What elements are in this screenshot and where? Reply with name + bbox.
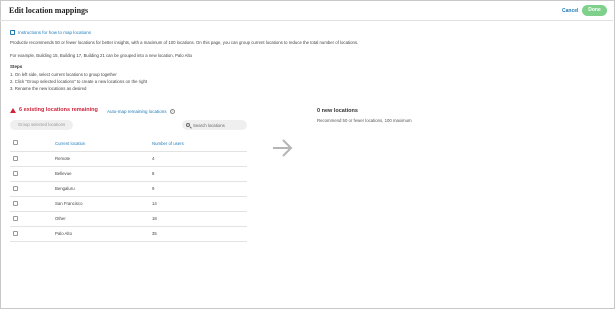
search-box[interactable] — [182, 120, 247, 130]
users-cell: 8 — [152, 166, 247, 182]
new-locations-heading: 0 new locations — [317, 108, 358, 114]
row-checkbox[interactable] — [13, 185, 18, 191]
table-row: Bellevue 8 — [10, 166, 247, 182]
remaining-count: 6 existing locations remaining — [19, 107, 98, 113]
users-cell: 14 — [152, 196, 247, 212]
remaining-warning: 6 existing locations remaining — [10, 107, 98, 113]
table-row: Palo Alto 35 — [10, 226, 247, 242]
users-cell: 9 — [152, 181, 247, 197]
location-cell: San Francisco — [55, 196, 152, 212]
location-cell: Palo Alto — [55, 226, 152, 242]
instructions-link[interactable]: Instructions for how to map locations — [10, 30, 91, 35]
location-cell: Other — [55, 211, 152, 227]
location-cell: Remote — [55, 151, 152, 167]
table-row: Remote 4 — [10, 151, 247, 167]
table-row: Other 18 — [10, 211, 247, 227]
row-checkbox[interactable] — [13, 170, 18, 176]
page-title: Edit location mappings — [9, 6, 89, 15]
row-checkbox[interactable] — [13, 200, 18, 206]
new-locations-subtext: Recommend 50 or fewer locations, 100 max… — [317, 118, 412, 123]
arrow-right-icon — [273, 139, 293, 157]
table-row: Bengaluru 9 — [10, 181, 247, 197]
intro-paragraph: Productiv recommends 50 or fewer locatio… — [10, 40, 359, 45]
users-cell: 4 — [152, 151, 247, 167]
row-checkbox[interactable] — [13, 215, 18, 221]
locations-table: Current location Number of users Remote … — [10, 136, 247, 242]
users-cell: 18 — [152, 211, 247, 227]
instructions-link-label: Instructions for how to map locations — [18, 30, 92, 35]
location-cell: Bengaluru — [55, 181, 152, 197]
search-input[interactable] — [193, 122, 243, 128]
automap-link[interactable]: Auto-map remaining locations ? — [107, 109, 175, 114]
table-header-row: Current location Number of users — [10, 136, 247, 152]
row-checkbox[interactable] — [13, 230, 18, 236]
step-item: 3. Rename the new locations as desired — [10, 86, 87, 91]
warning-icon — [10, 107, 16, 113]
automap-label: Auto-map remaining locations — [107, 109, 167, 114]
help-icon[interactable]: ? — [169, 109, 175, 114]
steps-heading: Steps — [10, 64, 23, 69]
select-all-checkbox[interactable] — [13, 140, 18, 146]
external-link-icon — [10, 30, 15, 35]
header-bar: Edit location mappings Cancel Done — [0, 0, 613, 21]
row-checkbox[interactable] — [13, 155, 18, 161]
column-header-users[interactable]: Number of users — [152, 136, 247, 152]
users-cell: 35 — [152, 226, 247, 242]
group-selected-button[interactable]: Group selected locations — [10, 120, 73, 130]
column-header-location[interactable]: Current location — [55, 136, 152, 152]
intro-example: For example, Building 15, Building 17, B… — [10, 53, 193, 58]
search-icon — [186, 123, 190, 127]
done-button[interactable]: Done — [582, 5, 607, 16]
step-item: 2. Click "Group selected locations" to c… — [10, 79, 148, 84]
step-item: 1. On left side, select current location… — [10, 72, 117, 77]
table-row: San Francisco 14 — [10, 196, 247, 212]
cancel-button[interactable]: Cancel — [562, 8, 578, 14]
location-cell: Bellevue — [55, 166, 152, 182]
